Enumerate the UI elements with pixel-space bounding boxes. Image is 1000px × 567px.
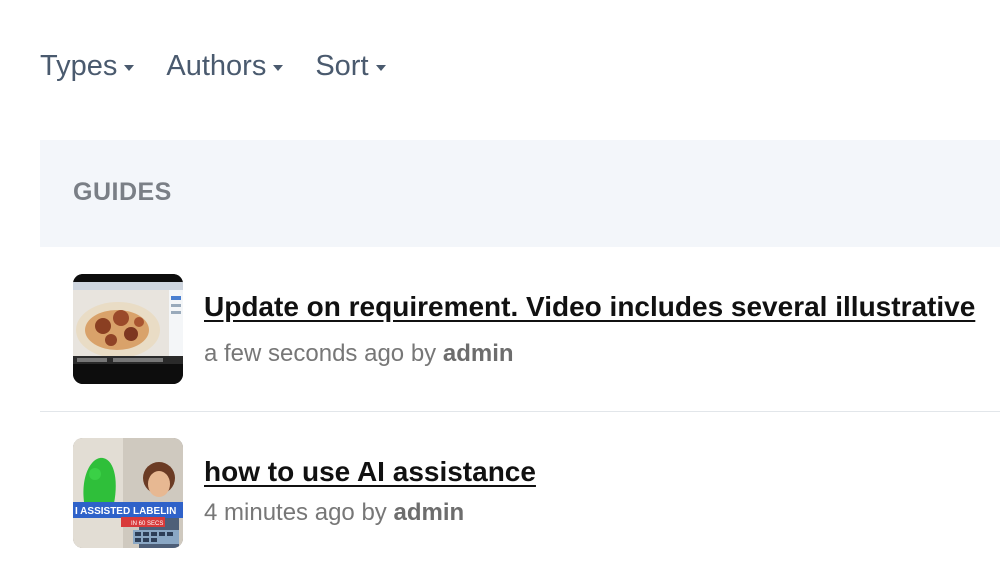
section-title: GUIDES bbox=[73, 178, 172, 206]
list-item: Update on requirement. Video includes se… bbox=[40, 248, 1000, 412]
thumb-subbanner-text: IN 60 SECS bbox=[131, 521, 163, 527]
video-thumbnail-person-icon[interactable]: I ASSISTED LABELIN IN 60 SECS bbox=[73, 438, 183, 548]
item-by-label: by bbox=[410, 340, 437, 367]
caret-down-icon bbox=[124, 64, 135, 71]
item-title-link[interactable]: how to use AI assistance bbox=[204, 456, 536, 488]
item-meta: 4 minutes ago by admin bbox=[204, 499, 464, 527]
types-filter-label: Types bbox=[40, 50, 118, 82]
item-author: admin bbox=[442, 340, 514, 367]
item-author: admin bbox=[393, 499, 465, 526]
authors-filter-label: Authors bbox=[166, 50, 267, 82]
filter-bar: Types Authors Sort bbox=[40, 50, 386, 83]
authors-filter-dropdown[interactable]: Authors bbox=[166, 50, 284, 83]
list-item: I ASSISTED LABELIN IN 60 SECS how to use… bbox=[40, 412, 1000, 567]
section-header: GUIDES bbox=[40, 140, 1000, 247]
item-time: a few seconds ago bbox=[204, 340, 405, 367]
types-filter-dropdown[interactable]: Types bbox=[40, 50, 135, 83]
thumb-banner-text: I ASSISTED LABELIN bbox=[75, 506, 176, 517]
item-title-link[interactable]: Update on requirement. Video includes se… bbox=[204, 291, 975, 323]
caret-down-icon bbox=[375, 64, 386, 71]
item-time: 4 minutes ago bbox=[204, 499, 355, 526]
item-by-label: by bbox=[361, 499, 387, 526]
sort-dropdown[interactable]: Sort bbox=[315, 50, 386, 83]
item-meta: a few seconds ago by admin bbox=[204, 340, 514, 368]
sort-label: Sort bbox=[315, 50, 369, 82]
caret-down-icon bbox=[273, 64, 284, 71]
video-thumbnail-food-icon[interactable] bbox=[73, 274, 183, 384]
